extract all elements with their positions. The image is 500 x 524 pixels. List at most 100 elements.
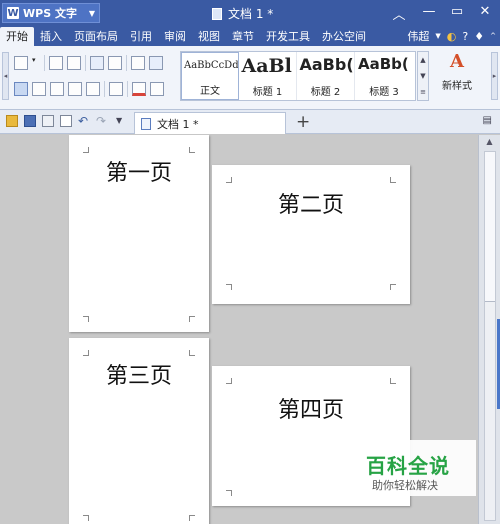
- page-heading: 第二页: [277, 193, 344, 218]
- divider: [127, 81, 128, 97]
- wps-logo-icon: W: [7, 7, 19, 19]
- document-title: 文档 1 *: [228, 7, 274, 21]
- margin-corner: [226, 177, 232, 183]
- minimize-button[interactable]: —: [418, 4, 440, 19]
- margin-corner: [83, 515, 89, 521]
- tab-review[interactable]: 审阅: [158, 27, 192, 46]
- style-heading-2[interactable]: AaBb( 标题 2: [297, 52, 355, 100]
- watermark-subtitle: 助你轻松解决: [372, 479, 438, 492]
- margin-corner: [83, 147, 89, 153]
- justify-icon[interactable]: [68, 82, 82, 96]
- scroll-up-icon[interactable]: ▲: [483, 137, 496, 149]
- line-spacing-icon[interactable]: [109, 82, 123, 96]
- style-sample: AaBb(: [299, 55, 354, 74]
- new-style-button[interactable]: A 新样式: [432, 51, 482, 93]
- table-icon[interactable]: [108, 56, 122, 70]
- tab-page-layout[interactable]: 页面布局: [68, 27, 124, 46]
- menu-right-tools: 伟超 ▼ ◐ ? ♦ ^: [407, 28, 496, 44]
- expand-icon[interactable]: ≡: [420, 88, 426, 96]
- document-icon: [141, 117, 151, 130]
- shirt-icon[interactable]: ♦: [474, 30, 484, 43]
- margin-corner: [390, 284, 396, 290]
- app-name: WPS 文字: [23, 7, 77, 20]
- align-right-icon[interactable]: [50, 82, 64, 96]
- style-sample: AaBbCcDd: [184, 60, 238, 71]
- divider: [44, 55, 45, 71]
- print-icon[interactable]: [42, 115, 54, 127]
- style-name: 标题 2: [310, 87, 341, 98]
- page-2[interactable]: 第二页: [212, 165, 410, 304]
- document-tab-label: 文档 1 *: [157, 117, 199, 131]
- tab-references[interactable]: 引用: [124, 27, 158, 46]
- distribute-icon[interactable]: [86, 82, 100, 96]
- sort-icon[interactable]: [131, 56, 145, 70]
- page-heading: 第三页: [105, 364, 172, 389]
- tab-start[interactable]: 开始: [0, 27, 34, 46]
- ribbon-collapse-icon[interactable]: ︿: [388, 4, 410, 23]
- margin-corner: [189, 147, 195, 153]
- ribbon-scroll-left-button[interactable]: ◂: [2, 52, 9, 100]
- align-left-icon[interactable]: [14, 82, 28, 96]
- chevron-up-icon[interactable]: ▲: [420, 56, 425, 64]
- chevron-down-icon[interactable]: ▼: [435, 32, 440, 40]
- user-name[interactable]: 伟超: [407, 28, 429, 44]
- new-tab-button[interactable]: +: [296, 112, 310, 132]
- shading-icon[interactable]: [132, 82, 146, 96]
- open-folder-icon[interactable]: [6, 115, 18, 127]
- style-name: 标题 1: [252, 87, 283, 98]
- chevron-down-icon: ▼: [88, 8, 95, 18]
- vertical-scrollbar[interactable]: ▲: [478, 135, 500, 524]
- page-1[interactable]: 第一页: [69, 135, 209, 332]
- skin-icon[interactable]: ◐: [447, 30, 457, 43]
- show-marks-icon[interactable]: [149, 56, 163, 70]
- numbering-dropdown-icon[interactable]: ▾: [32, 56, 40, 70]
- style-name: 正文: [200, 86, 220, 97]
- new-style-icon: A: [450, 51, 464, 72]
- more-chevron-icon[interactable]: ^: [490, 32, 496, 40]
- style-heading-1[interactable]: AaBl 标题 1: [239, 52, 297, 100]
- style-normal[interactable]: AaBbCcDd 正文: [181, 52, 239, 100]
- tab-developer[interactable]: 开发工具: [260, 27, 316, 46]
- redo-icon[interactable]: ↷: [96, 115, 108, 127]
- undo-icon[interactable]: ↶: [78, 115, 90, 127]
- tab-document-1[interactable]: 文档 1 *: [134, 112, 286, 134]
- styles-gallery: AaBbCcDd 正文 AaBl 标题 1 AaBb( 标题 2 AaBb( 标…: [180, 51, 416, 101]
- app-menu-button[interactable]: W WPS 文字 ▼: [2, 3, 100, 23]
- document-tab-bar: ↶ ↷ ▼ 文档 1 * + ▤: [0, 110, 500, 134]
- decrease-indent-icon[interactable]: [49, 56, 63, 70]
- align-center-icon[interactable]: [32, 82, 46, 96]
- page-3[interactable]: 第三页: [69, 338, 209, 524]
- numbering-list-icon[interactable]: [14, 56, 28, 70]
- style-name: 标题 3: [369, 87, 399, 98]
- margin-corner: [390, 378, 396, 384]
- tab-list-icon[interactable]: ▤: [483, 115, 492, 126]
- margin-corner: [226, 284, 232, 290]
- text-direction-icon[interactable]: [90, 56, 104, 70]
- tab-office-space[interactable]: 办公空间: [316, 27, 372, 46]
- menu-bar: 开始 插入 页面布局 引用 审阅 视图 章节 开发工具 办公空间 伟超 ▼ ◐ …: [0, 26, 500, 46]
- scroll-thumb[interactable]: [485, 152, 495, 302]
- scroll-track[interactable]: [484, 151, 496, 521]
- save-icon[interactable]: [24, 115, 36, 127]
- styles-scroll[interactable]: ▲ ▼ ≡: [417, 51, 429, 101]
- window-title: 文档 1 *: [212, 5, 273, 22]
- margin-corner: [189, 515, 195, 521]
- close-button[interactable]: ✕: [474, 4, 496, 19]
- style-sample: AaBb(: [358, 55, 409, 73]
- border-icon[interactable]: [150, 82, 164, 96]
- margin-corner: [83, 316, 89, 322]
- ribbon: ◂ ▾ AaBbCcDd 正文 AaBl 标题 1 AaBb(标题 2 AaB…: [0, 46, 500, 110]
- maximize-button[interactable]: ▭: [446, 4, 468, 19]
- customize-dropdown-icon[interactable]: ▼: [116, 115, 128, 127]
- ribbon-scroll-right-button[interactable]: ▸: [491, 52, 498, 100]
- page-heading: 第四页: [277, 398, 344, 423]
- style-heading-3[interactable]: AaBb( 标题 3: [355, 52, 413, 100]
- watermark: 百科全说 助你轻松解决: [360, 440, 476, 496]
- tab-view[interactable]: 视图: [192, 27, 226, 46]
- help-icon[interactable]: ?: [462, 30, 468, 43]
- increase-indent-icon[interactable]: [67, 56, 81, 70]
- chevron-down-icon[interactable]: ▼: [420, 72, 425, 80]
- tab-insert[interactable]: 插入: [34, 27, 68, 46]
- tab-chapter[interactable]: 章节: [226, 27, 260, 46]
- print-preview-icon[interactable]: [60, 115, 72, 127]
